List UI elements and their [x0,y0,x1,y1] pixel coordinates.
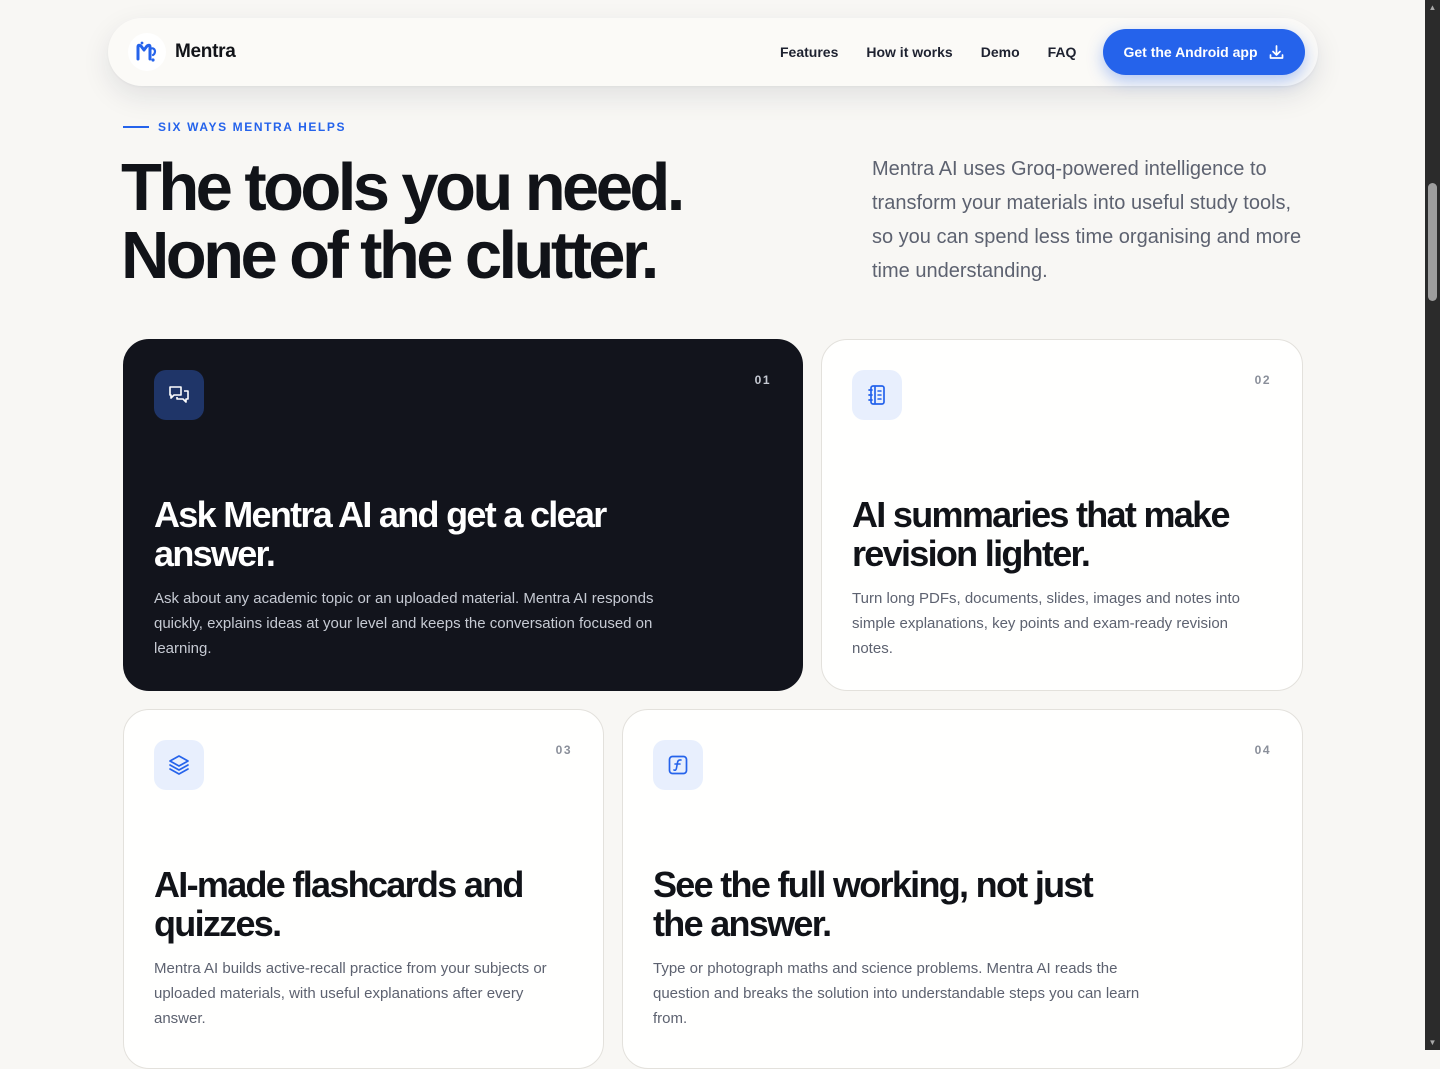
brand-name: Mentra [175,41,236,62]
card-title: AI summaries that make revision lighter. [852,494,1230,574]
layers-icon [154,740,204,790]
feature-card-summaries: 02 AI summaries that make revision light… [821,339,1303,691]
brand[interactable]: Mentra [128,33,236,71]
mentra-logo-icon [128,33,166,71]
card-description: Ask about any academic topic or an uploa… [154,590,654,657]
eyebrow-line [123,126,149,128]
get-android-app-button[interactable]: Get the Android app [1103,29,1305,75]
card-title: Ask Mentra AI and get a clear answer. [154,494,607,574]
headline-line-1: The tools you need. [121,150,685,225]
section-intro: Mentra AI uses Groq-powered intelligence… [872,158,1302,282]
page-scrollbar[interactable]: ▲ ▼ [1425,0,1440,1050]
function-icon [653,740,703,790]
feature-card-ask-ai: 01 Ask Mentra AI and get a clear answer.… [123,339,803,691]
scroll-down-arrow-icon[interactable]: ▼ [1428,1038,1437,1047]
chat-bubbles-icon [154,370,204,420]
download-icon [1269,44,1283,59]
nav-link-how-it-works[interactable]: How it works [866,44,952,60]
card-number: 02 [1254,373,1271,387]
navbar: Mentra Features How it works Demo FAQ Ge… [108,18,1318,86]
eyebrow-text: SIX WAYS MENTRA HELPS [158,120,347,134]
card-number: 03 [555,743,572,757]
nav-links: Features How it works Demo FAQ [780,18,1076,86]
nav-link-features[interactable]: Features [780,44,838,60]
card-title: See the full working, not just the answe… [653,864,1094,944]
card-number: 01 [754,373,771,387]
section-eyebrow: SIX WAYS MENTRA HELPS [123,120,346,134]
card-description: Mentra AI builds active-recall practice … [154,960,547,1027]
scroll-thumb[interactable] [1428,183,1437,301]
card-description: Turn long PDFs, documents, slides, image… [852,590,1240,657]
nav-link-demo[interactable]: Demo [981,44,1020,60]
scroll-up-arrow-icon[interactable]: ▲ [1428,3,1437,12]
card-description: Type or photograph maths and science pro… [653,960,1140,1027]
section-headline: The tools you need. None of the clutter. [121,150,685,293]
notebook-icon [852,370,902,420]
card-number: 04 [1254,743,1271,757]
headline-line-2: None of the clutter. [121,218,659,293]
nav-link-faq[interactable]: FAQ [1048,44,1077,60]
card-title: AI-made flashcards and quizzes. [154,864,524,944]
feature-card-full-working: 04 See the full working, not just the an… [622,709,1303,1069]
cta-label: Get the Android app [1123,44,1258,60]
feature-card-flashcards: 03 AI-made flashcards and quizzes. Mentr… [123,709,604,1069]
